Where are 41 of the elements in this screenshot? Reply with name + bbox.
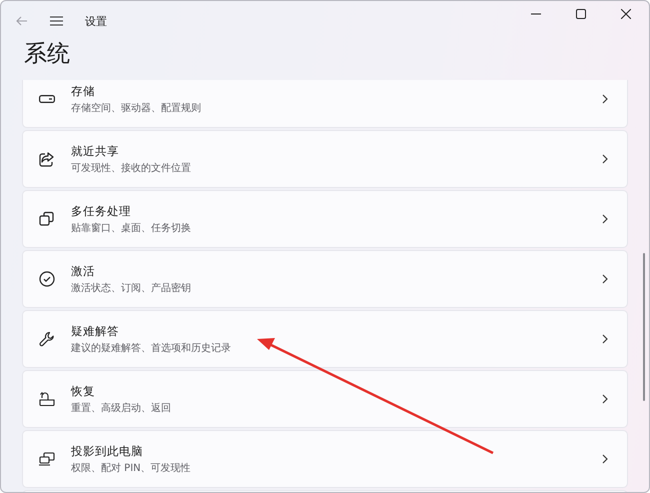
maximize-icon[interactable] (576, 9, 586, 19)
page-title: 系统 (23, 41, 71, 69)
chevron-right-icon (602, 274, 608, 284)
item-title: 疑难解答 (71, 324, 120, 338)
close-icon[interactable] (621, 9, 631, 19)
chevron-right-icon (602, 94, 608, 104)
chevron-right-icon (602, 334, 608, 344)
screens-icon (39, 452, 55, 466)
settings-item[interactable]: 多任务处理 贴靠窗口、桌面、任务切换 (22, 190, 628, 248)
scrollbar-thumb[interactable] (643, 253, 645, 401)
drive-icon (39, 95, 55, 103)
windows-icon (39, 211, 55, 227)
check-circle-icon (39, 271, 55, 287)
recovery-icon (39, 391, 55, 407)
settings-item[interactable]: 就近共享 可发现性、接收的文件位置 (22, 130, 628, 188)
settings-item[interactable]: 疑难解答 建议的疑难解答、首选项和历史记录 (22, 310, 628, 368)
item-title: 恢复 (71, 384, 96, 398)
item-title: 激活 (71, 264, 96, 278)
settings-item[interactable]: 存储 存储空间、驱动器、配置规则 (22, 80, 628, 128)
item-subtitle: 建议的疑难解答、首选项和历史记录 (71, 342, 232, 354)
item-subtitle: 存储空间、驱动器、配置规则 (71, 102, 202, 114)
item-title: 就近共享 (71, 144, 120, 158)
item-title: 多任务处理 (71, 204, 132, 218)
chevron-right-icon (602, 394, 608, 404)
wrench-icon (39, 331, 55, 347)
item-subtitle: 重置、高级启动、返回 (71, 402, 172, 414)
settings-item[interactable]: 恢复 重置、高级启动、返回 (22, 370, 628, 428)
settings-item[interactable]: 投影到此电脑 权限、配对 PIN、可发现性 (22, 430, 628, 488)
settings-item[interactable]: 激活 激活状态、订阅、产品密钥 (22, 250, 628, 308)
share-icon (39, 151, 55, 167)
menu-icon[interactable] (50, 16, 63, 26)
item-subtitle: 可发现性、接收的文件位置 (71, 162, 192, 174)
item-subtitle: 激活状态、订阅、产品密钥 (71, 282, 192, 294)
item-title: 存储 (71, 84, 96, 98)
chevron-right-icon (602, 154, 608, 164)
window-title: 设置 (85, 14, 107, 28)
item-subtitle: 贴靠窗口、桌面、任务切换 (71, 222, 192, 234)
chevron-right-icon (602, 214, 608, 224)
item-subtitle: 权限、配对 PIN、可发现性 (71, 462, 192, 474)
chevron-right-icon (602, 454, 608, 464)
item-title: 投影到此电脑 (71, 444, 144, 458)
